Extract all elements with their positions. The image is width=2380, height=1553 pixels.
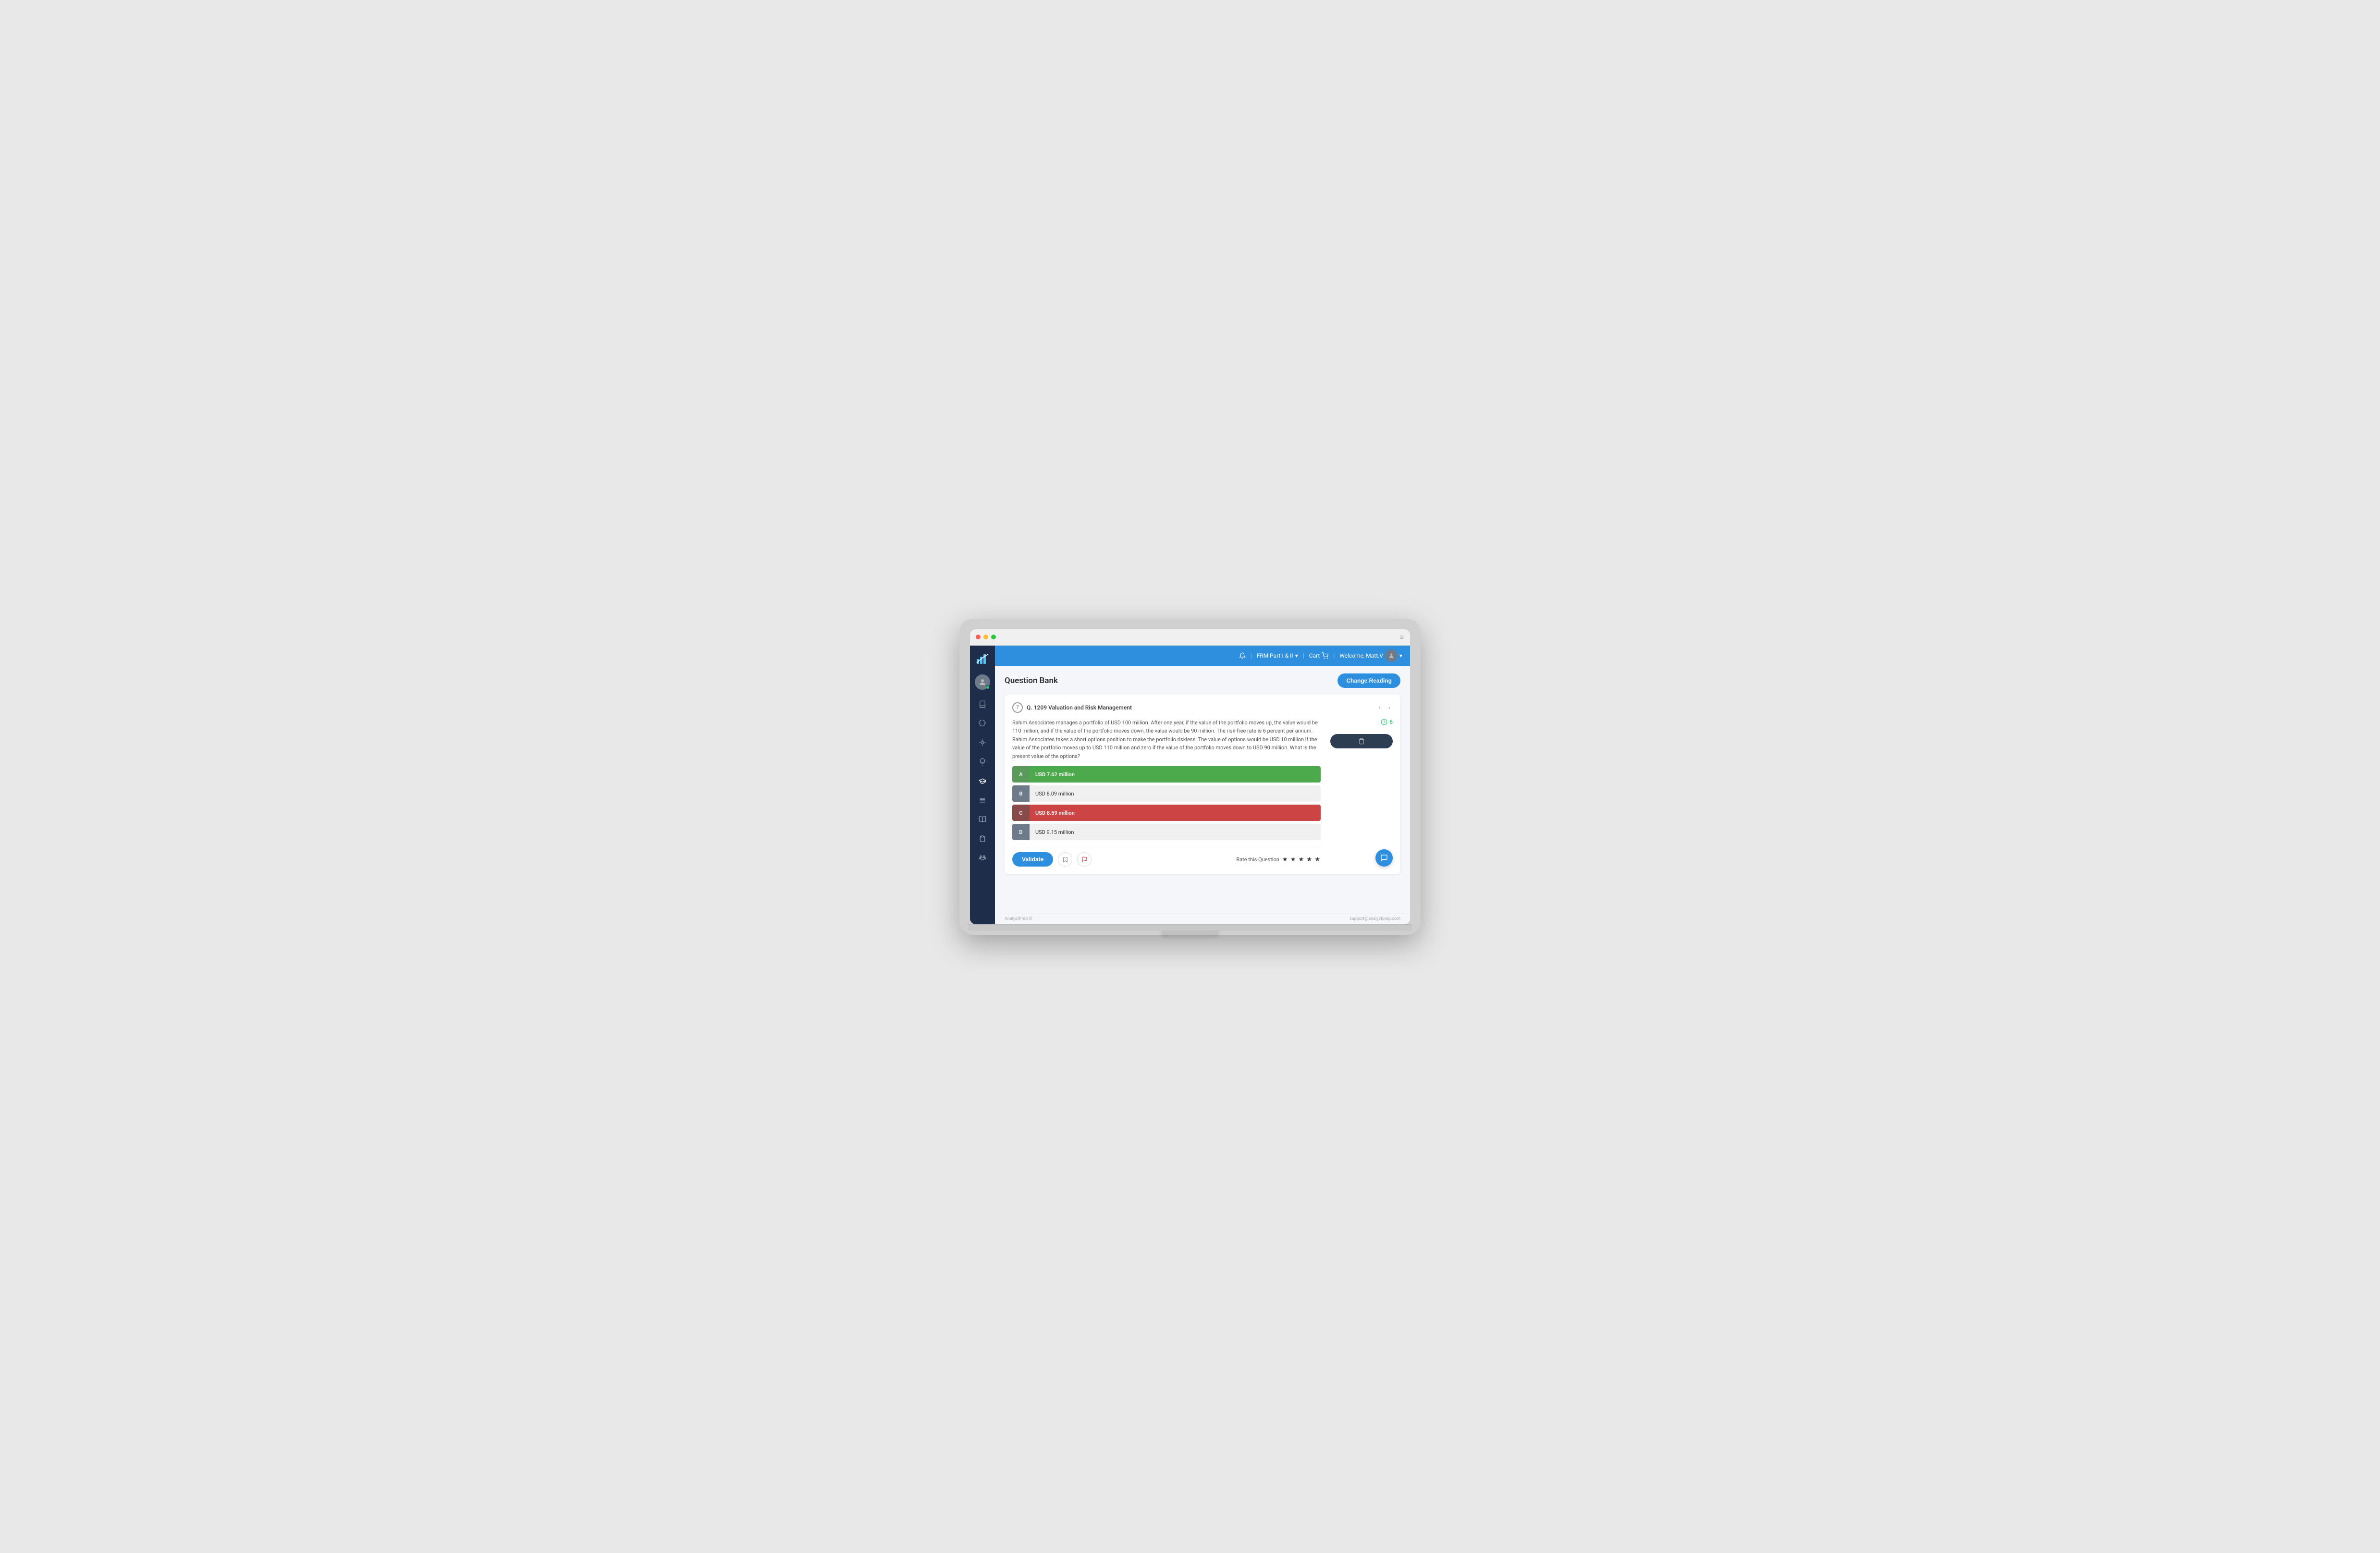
chat-fab[interactable]	[1375, 849, 1393, 867]
sidebar-item-clipboard[interactable]	[974, 830, 991, 847]
page-header: Question Bank Change Reading	[1005, 673, 1400, 688]
question-footer: Validate	[1012, 847, 1321, 867]
options-list: A USD 7.62 million B USD 8.09 million	[1012, 766, 1321, 840]
option-d-letter: D	[1012, 824, 1030, 840]
option-a-letter: A	[1012, 766, 1030, 783]
prev-arrow[interactable]: ‹	[1376, 703, 1383, 712]
dot-yellow[interactable]	[983, 635, 988, 639]
main-content: | FRM Part I & II ▾ | Cart |	[995, 646, 1410, 924]
option-b[interactable]: B USD 8.09 million	[1012, 785, 1321, 802]
dot-green[interactable]	[991, 635, 996, 639]
divider1: |	[1251, 652, 1252, 659]
user-dropdown-icon: ▾	[1399, 652, 1402, 659]
question-icon: ?	[1012, 702, 1023, 713]
titlebar: ≡	[970, 629, 1410, 646]
sidebar-item-brain2[interactable]	[974, 734, 991, 751]
bell-button[interactable]	[1239, 652, 1246, 659]
exam-dropdown-icon: ▾	[1295, 652, 1298, 659]
sidebar-item-open-book[interactable]	[974, 811, 991, 828]
validate-button[interactable]: Validate	[1012, 852, 1053, 867]
flag-button[interactable]	[1077, 852, 1092, 867]
sidebar-item-brain[interactable]	[974, 715, 991, 732]
question-area-main: Rahim Associates manages a portfolio of …	[1012, 719, 1393, 867]
copyright: AnalystPrep ©	[1005, 917, 1032, 921]
question-right: 6	[1325, 719, 1393, 867]
dot-red[interactable]	[976, 635, 981, 639]
option-b-letter: B	[1012, 785, 1030, 802]
change-reading-button[interactable]: Change Reading	[1337, 673, 1400, 688]
topbar: | FRM Part I & II ▾ | Cart |	[995, 646, 1410, 666]
option-a-text: USD 7.62 million	[1030, 766, 1321, 783]
timer-value: 6	[1389, 719, 1393, 725]
page-title: Question Bank	[1005, 676, 1058, 685]
cart-button[interactable]: Cart	[1309, 652, 1329, 659]
delete-button[interactable]	[1330, 734, 1393, 748]
laptop-stand	[1161, 931, 1219, 935]
question-title-row: ? Q. 1209 Valuation and Risk Management	[1012, 702, 1132, 713]
laptop-base	[968, 924, 1412, 931]
footer-bar: AnalystPrep © support@analystprep.com	[995, 913, 1410, 924]
question-card: ? Q. 1209 Valuation and Risk Management …	[1005, 695, 1400, 875]
option-d-text: USD 9.15 million	[1030, 824, 1321, 840]
next-arrow[interactable]: ›	[1386, 703, 1393, 712]
welcome-label: Welcome, Matt.V	[1339, 652, 1383, 659]
option-c[interactable]: C USD 8.59 million	[1012, 805, 1321, 821]
online-indicator	[986, 685, 990, 689]
sidebar-item-book[interactable]	[974, 696, 991, 713]
option-c-text: USD 8.59 million	[1030, 805, 1321, 821]
topbar-avatar	[1385, 649, 1398, 662]
option-d[interactable]: D USD 9.15 million	[1012, 824, 1321, 840]
user-avatar[interactable]	[975, 674, 990, 690]
option-c-letter: C	[1012, 805, 1030, 821]
sidebar	[970, 646, 995, 924]
bookmark-button[interactable]	[1058, 852, 1072, 867]
sidebar-item-paw[interactable]	[974, 849, 991, 867]
sidebar-item-list[interactable]	[974, 792, 991, 809]
menu-icon[interactable]: ≡	[1400, 633, 1404, 641]
rate-label: Rate this Question	[1236, 856, 1279, 863]
rate-section: Rate this Question ★ ★ ★ ★ ★	[1236, 856, 1321, 863]
stars[interactable]: ★ ★ ★ ★ ★	[1282, 856, 1321, 863]
exam-selector[interactable]: FRM Part I & II ▾	[1257, 652, 1298, 659]
option-b-text: USD 8.09 million	[1030, 785, 1321, 802]
support-email: support@analystprep.com	[1349, 917, 1400, 921]
cart-label: Cart	[1309, 652, 1320, 659]
timer-row: 6	[1381, 719, 1393, 725]
sidebar-item-graduation[interactable]	[974, 772, 991, 790]
exam-label: FRM Part I & II	[1257, 652, 1293, 659]
nav-arrows: ‹ ›	[1376, 703, 1393, 712]
option-a[interactable]: A USD 7.62 million	[1012, 766, 1321, 783]
user-menu[interactable]: Welcome, Matt.V ▾	[1339, 649, 1402, 662]
divider3: |	[1333, 652, 1335, 659]
question-body: Rahim Associates manages a portfolio of …	[1012, 719, 1321, 761]
question-left: Rahim Associates manages a portfolio of …	[1012, 719, 1321, 867]
sidebar-item-lightbulb[interactable]	[974, 753, 991, 770]
divider2: |	[1303, 652, 1304, 659]
sidebar-logo[interactable]	[974, 650, 991, 668]
question-label: Q. 1209 Valuation and Risk Management	[1027, 704, 1132, 711]
question-header: ? Q. 1209 Valuation and Risk Management …	[1012, 702, 1393, 713]
content-area: Question Bank Change Reading ? Q. 1209 V…	[995, 666, 1410, 913]
